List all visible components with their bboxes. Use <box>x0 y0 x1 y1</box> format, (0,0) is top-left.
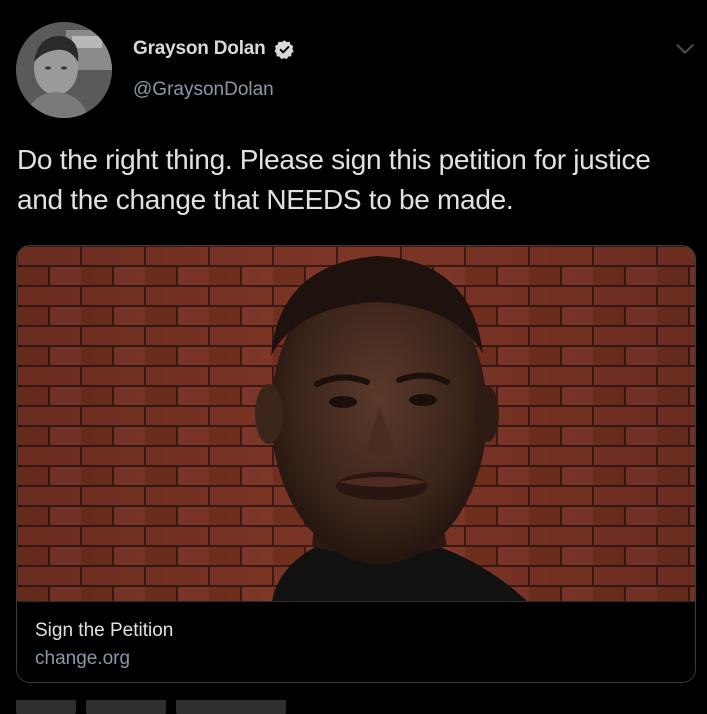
card-footer: Sign the Petition change.org <box>17 601 695 682</box>
author-handle[interactable]: @GraysonDolan <box>133 79 274 101</box>
verified-badge-icon <box>274 39 294 59</box>
tweet-timestamp-cut-off <box>16 700 356 714</box>
author-name[interactable]: Grayson Dolan <box>133 38 266 60</box>
chevron-down-icon[interactable] <box>672 36 698 62</box>
timestamp-fragment <box>16 700 76 714</box>
avatar-image <box>16 22 112 118</box>
link-card[interactable]: Sign the Petition change.org <box>16 245 696 683</box>
date-fragment <box>86 700 166 714</box>
source-fragment <box>176 700 286 714</box>
author-row: Grayson Dolan <box>133 38 295 60</box>
avatar[interactable] <box>16 22 112 118</box>
tweet-text: Do the right thing. Please sign this pet… <box>17 144 651 215</box>
card-image <box>17 246 695 601</box>
card-domain: change.org <box>35 648 131 669</box>
card-title: Sign the Petition <box>35 620 174 641</box>
